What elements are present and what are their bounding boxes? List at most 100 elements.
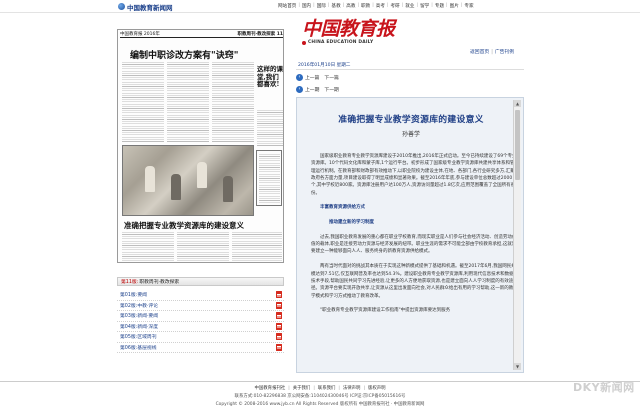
masthead: 中国教育报 CHINA EDUCATION DAILY — [302, 20, 395, 45]
page-list-item[interactable]: 第02版:中教·评论 — [117, 301, 284, 311]
top-nav-item[interactable]: 就业 — [405, 3, 414, 9]
paper-text-column — [177, 232, 229, 262]
article-author: 孙善学 — [401, 131, 420, 138]
top-nav: 网站首页 | 国内 | 国际 | 基教 | 高教 | 职教 | 高考 | 考研 | 就业 | 留学 | 专题 | 图片 | 专家 — [278, 3, 474, 9]
footer-separator: | — [313, 386, 315, 391]
footer-link[interactable]: 中国教育报刊社 — [255, 386, 286, 391]
pdf-icon[interactable] — [276, 291, 282, 299]
current-page-label: 第11版: — [121, 280, 139, 285]
prev-article-link[interactable]: 上一篇 — [305, 74, 319, 81]
paper-text-column — [167, 62, 209, 142]
page-list-item[interactable]: 第06版:基层视线 — [117, 343, 284, 353]
top-nav-item[interactable]: 高教 — [346, 3, 355, 9]
issue-date: 2016年01月10日 星期二 — [298, 63, 351, 68]
footer-separator: | — [363, 386, 365, 391]
page-list-item[interactable]: 第03版:新闻·要闻 — [117, 311, 284, 322]
page-list: 第01版:要闻第02版:中教·评论 第03版:新闻·要闻 第04版:新闻·深度 第05… — [117, 290, 284, 353]
pdf-icon[interactable] — [276, 312, 282, 320]
footer-link[interactable]: 联系我们 — [318, 386, 336, 391]
paper-headline[interactable]: 编制中职诊改方案有"诀窍" — [130, 48, 238, 61]
footer-link[interactable]: 法律声明 — [343, 386, 361, 391]
paper-text-column — [257, 110, 283, 146]
page-list-item[interactable]: 第04版:新闻·深度 — [117, 322, 284, 332]
paper-text-column — [212, 62, 254, 142]
footer-separator: | — [288, 386, 290, 391]
prev-arrow-icon: ‹ — [296, 86, 303, 93]
top-nav-item[interactable]: 网站首页 — [278, 3, 296, 9]
top-nav-item[interactable]: 专家 — [464, 3, 473, 9]
nav-separator: | — [372, 3, 374, 8]
page-list-item[interactable]: 第05版:区域周刊 — [117, 332, 284, 343]
nav-separator: | — [357, 3, 360, 8]
nav-separator: | — [446, 3, 448, 8]
top-nav-item[interactable]: 基教 — [331, 3, 340, 9]
footer-copyright: Copyright © 2008-2016 www.jyb.cn All Rig… — [215, 402, 425, 407]
top-nav-item[interactable]: 留学 — [420, 3, 429, 9]
paper-text-column — [232, 232, 282, 262]
current-page-name: 职教周刊·教改探索 — [139, 280, 180, 285]
top-nav-item[interactable]: 国内 — [302, 3, 311, 9]
photo-figure — [171, 174, 181, 200]
footer-link[interactable]: 版权声明 — [368, 386, 386, 391]
article-subheading: 丰富教育资源供给方式 — [320, 205, 365, 211]
article-subheading: 推动建立新的学习制度 — [329, 220, 374, 226]
nav-separator: | — [401, 3, 404, 8]
current-page-bar: 第11版: 职教周刊·教改探索 — [117, 277, 284, 286]
article-panel: 准确把握专业教学资源库的建设意义 孙善学 国家级职业教育专业教学资源库建设于20… — [296, 97, 524, 373]
footer-separator: | — [338, 386, 340, 391]
home-link[interactable]: 返回首页 — [470, 50, 489, 55]
page-link[interactable]: 第03版:新闻·要闻 — [120, 312, 158, 319]
article-scrollbar[interactable]: ▲ ▼ — [513, 100, 521, 370]
issue-nav: ‹ 上一期 下一期 — [296, 84, 524, 95]
ad-rates-link[interactable]: 广告刊例 — [495, 50, 514, 55]
top-nav-item[interactable]: 专题 — [435, 3, 444, 9]
top-nav-item[interactable]: 考研 — [391, 3, 400, 9]
nav-separator: | — [327, 3, 330, 8]
scroll-down-arrow-icon[interactable]: ▼ — [514, 363, 521, 370]
page-list-item[interactable]: 第01版:要闻 — [117, 290, 284, 301]
pdf-icon[interactable] — [276, 343, 282, 351]
top-nav-item[interactable]: 国际 — [317, 3, 326, 9]
header-links: 返回首页 | 广告刊例 — [470, 48, 514, 55]
prev-arrow-icon: ‹ — [296, 74, 303, 81]
scroll-thumb[interactable] — [515, 110, 520, 180]
page-link[interactable]: 第01版:要闻 — [120, 291, 147, 298]
top-nav-item[interactable]: 职教 — [361, 3, 370, 9]
paper-photo — [122, 145, 254, 216]
page-link[interactable]: 第05版:区域周刊 — [120, 333, 157, 340]
pdf-icon[interactable] — [276, 322, 282, 330]
next-issue-link[interactable]: 下一期 — [324, 86, 338, 93]
article-title: 准确把握专业教学资源库的建设意义 — [338, 115, 484, 125]
masthead-subtitle: CHINA EDUCATION DAILY — [308, 40, 374, 45]
paper-page-header: 中国教育报 2016年 职教周刊·教改探索 11 — [120, 31, 283, 38]
page-link[interactable]: 第02版:中教·评论 — [120, 302, 158, 309]
footer-link[interactable]: 关于我们 — [293, 386, 311, 391]
top-nav-item[interactable]: 图片 — [450, 3, 459, 9]
next-article-link[interactable]: 下一篇 — [324, 74, 338, 81]
page-link[interactable]: 第06版:基层视线 — [120, 344, 157, 351]
photo-figure — [197, 162, 207, 188]
paper-sub-headline[interactable]: 准确把握专业教学资源库的建设意义 — [124, 220, 244, 231]
page-link[interactable]: 第04版:新闻·深度 — [120, 323, 158, 330]
masthead-title: 中国教育报 — [302, 18, 395, 40]
newspaper-page-image[interactable]: 中国教育报 2016年 职教周刊·教改探索 11 编制中职诊改方案有"诀窍" 这… — [117, 29, 284, 263]
site-logo[interactable]: 中国教育新闻网 — [118, 1, 173, 12]
paper-text-column — [122, 62, 164, 142]
paper-header-right: 职教周刊·教改探索 11 — [237, 32, 283, 37]
masthead-dot-icon — [302, 40, 306, 45]
pdf-icon[interactable] — [276, 333, 282, 341]
date-line: 2016年01月10日 星期二 — [296, 62, 524, 70]
top-nav-item[interactable]: 高考 — [376, 3, 385, 9]
article-paragraph: 两有当时代面对的挑战其本质在于实现这种新模式提供了基础和机遇。截至2017年6月… — [311, 264, 516, 299]
pdf-icon[interactable] — [276, 301, 282, 309]
photo-figure — [145, 166, 155, 192]
paper-side-title[interactable]: 这样的课堂,我们都喜欢! — [257, 65, 283, 89]
scroll-up-arrow-icon[interactable]: ▲ — [514, 100, 521, 107]
nav-separator: | — [460, 3, 463, 8]
paper-text-column — [259, 154, 280, 203]
article-paragraph: 过去,我国职业教育发展的重心都在职业学校教育,而现实职业是人们参与社会经济活动、… — [311, 234, 517, 255]
prev-issue-link[interactable]: 上一期 — [305, 86, 319, 93]
